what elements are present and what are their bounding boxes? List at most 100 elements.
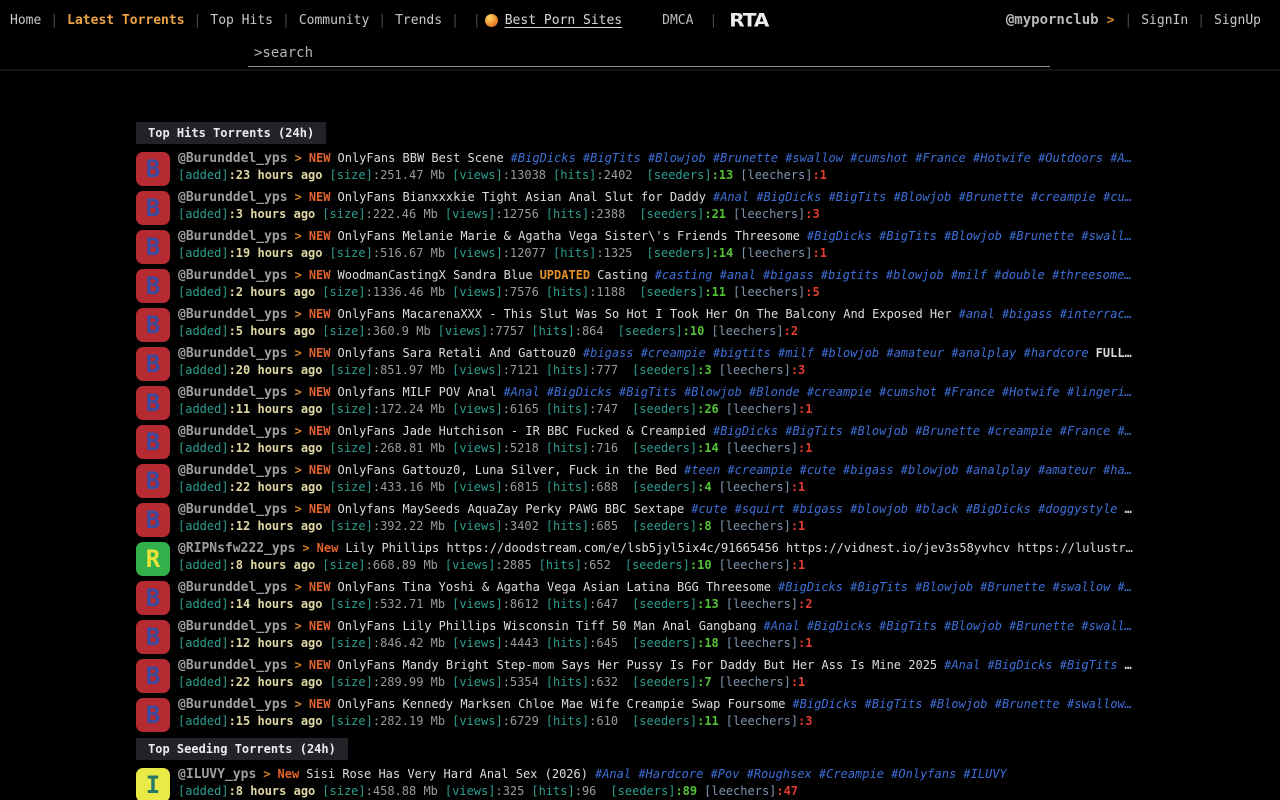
uploader-name[interactable]: @Burunddel_yps [178, 619, 288, 634]
uploader-avatar[interactable]: B [136, 347, 170, 381]
torrent-title[interactable]: WoodmanCastingX Sandra Blue [338, 268, 533, 282]
torrent-title[interactable]: OnlyFans Tina Yoshi & Agatha Vega Asian … [338, 580, 771, 594]
torrent-title[interactable]: OnlyFans Melanie Marie & Agatha Vega Sis… [338, 229, 800, 243]
tag-links[interactable]: #BigDicks #BigTits #Blowjob #Brunette #s… [778, 580, 1132, 594]
chevron-right-icon: > [295, 697, 302, 711]
hits-value: :645 [589, 636, 618, 650]
tag-links[interactable]: #BigDicks #BigTits #Blowjob #Brunette #s… [807, 229, 1132, 243]
nav-item-trends[interactable]: Trends [386, 13, 451, 28]
uploader-avatar[interactable]: R [136, 542, 170, 576]
nav-item-community[interactable]: Community [290, 13, 378, 28]
tag-links[interactable]: #Anal #BigDicks #BigTits [944, 658, 1117, 672]
rta-logo[interactable]: RTA [729, 9, 768, 32]
uploader-avatar[interactable]: B [136, 503, 170, 537]
torrent-title[interactable]: OnlyFans Bianxxxkie Tight Asian Anal Slu… [338, 190, 706, 204]
views-label: [views] [452, 597, 503, 611]
uploader-name[interactable]: @Burunddel_yps [178, 268, 288, 283]
search-input[interactable]: >search [254, 45, 313, 61]
tag-links[interactable]: #Anal #Hardcore #Pov #Roughsex #Creampie… [595, 767, 1007, 781]
uploader-name[interactable]: @Burunddel_yps [178, 424, 288, 439]
uploader-name[interactable]: @Burunddel_yps [178, 463, 288, 478]
uploader-avatar[interactable]: B [136, 230, 170, 264]
seeders-label: [seeders] [647, 168, 712, 182]
torrent-title[interactable]: Onlyfans MILF POV Anal [338, 385, 497, 399]
uploader-name[interactable]: @RIPNsfw222_yps [178, 541, 295, 556]
uploader-avatar[interactable]: B [136, 308, 170, 342]
seeders-label: [seeders] [632, 714, 697, 728]
leechers-label: [leechers] [733, 285, 805, 299]
size-value: :289.99 Mb [373, 675, 445, 689]
torrent-title[interactable]: OnlyFans BBW Best Scene [338, 151, 504, 165]
uploader-avatar[interactable]: B [136, 152, 170, 186]
best-porn-sites-link[interactable]: Best Porn Sites [505, 13, 622, 28]
nav-item-latest-torrents[interactable]: Latest Torrents [58, 13, 193, 28]
torrent-title-suffix[interactable]: Casting [597, 268, 648, 282]
leechers-label: [leechers] [726, 714, 798, 728]
torrent-title[interactable]: Onlyfans Sara Retali And Gattouz0 [338, 346, 576, 360]
torrent-title[interactable]: OnlyFans Kennedy Marksen Chloe Mae Wife … [338, 697, 786, 711]
seeders-value: :10 [690, 558, 712, 572]
account-link[interactable]: @mypornclub [1006, 12, 1099, 28]
uploader-avatar[interactable]: B [136, 191, 170, 225]
signin-link[interactable]: SignIn [1132, 13, 1197, 28]
search-bar[interactable]: >search [248, 42, 1050, 67]
uploader-avatar[interactable]: B [136, 659, 170, 693]
nav-item-top-hits[interactable]: Top Hits [201, 13, 282, 28]
torrent-title[interactable]: Sisi Rose Has Very Hard Anal Sex (2026) [306, 767, 588, 781]
tag-links[interactable]: #bigass #creampie #bigtits #milf #blowjo… [583, 346, 1089, 360]
tag-links[interactable]: #Anal #BigDicks #BigTits #Blowjob #Brune… [713, 190, 1132, 204]
size-value: :532.71 Mb [373, 597, 445, 611]
tag-links[interactable]: #cute #squirt #bigass #blowjob #black #B… [691, 502, 1117, 516]
torrent-title[interactable]: OnlyFans Mandy Bright Step-mom Says Her … [338, 658, 938, 672]
torrent-title[interactable]: Onlyfans MaySeeds AquaZay Perky PAWG BBC… [338, 502, 685, 516]
uploader-name[interactable]: @Burunddel_yps [178, 151, 288, 166]
torrent-title[interactable]: OnlyFans Jade Hutchison - IR BBC Fucked … [338, 424, 706, 438]
size-label: [size] [322, 207, 365, 221]
torrent-title[interactable]: OnlyFans Gattouz0, Luna Silver, Fuck in … [338, 463, 678, 477]
uploader-name[interactable]: @Burunddel_yps [178, 190, 288, 205]
added-value: :12 hours ago [229, 441, 323, 455]
torrent-title[interactable]: OnlyFans MacarenaXXX - This Slut Was So … [338, 307, 952, 321]
tag-links[interactable]: #Anal #BigDicks #BigTits #Blowjob #Blond… [503, 385, 1132, 399]
nav-item-home[interactable]: Home [10, 13, 50, 28]
hits-label: [hits] [546, 363, 589, 377]
size-value: :268.81 Mb [373, 441, 445, 455]
tag-links[interactable]: #teen #creampie #cute #bigass #blowjob #… [684, 463, 1132, 477]
tag-links[interactable]: #Anal #BigDicks #BigTits #Blowjob #Brune… [764, 619, 1132, 633]
tag-links[interactable]: #BigDicks #BigTits #Blowjob #Brunette #s… [511, 151, 1132, 165]
views-value: :6729 [503, 714, 539, 728]
uploader-avatar[interactable]: I [136, 768, 170, 800]
dmca-link[interactable]: DMCA [662, 13, 693, 28]
uploader-avatar[interactable]: B [136, 581, 170, 615]
uploader-avatar[interactable]: B [136, 620, 170, 654]
uploader-name[interactable]: @Burunddel_yps [178, 658, 288, 673]
uploader-name[interactable]: @Burunddel_yps [178, 502, 288, 517]
views-value: :13038 [503, 168, 546, 182]
size-label: [size] [322, 784, 365, 798]
uploader-name[interactable]: @Burunddel_yps [178, 580, 288, 595]
uploader-avatar[interactable]: B [136, 464, 170, 498]
size-value: :458.88 Mb [366, 784, 438, 798]
size-label: [size] [330, 441, 373, 455]
uploader-name[interactable]: @Burunddel_yps [178, 385, 288, 400]
leechers-label: [leechers] [726, 597, 798, 611]
uploader-name[interactable]: @Burunddel_yps [178, 229, 288, 244]
tag-links[interactable]: #anal #bigass #interrac… [959, 307, 1132, 321]
uploader-avatar[interactable]: B [136, 269, 170, 303]
seeders-label: [seeders] [632, 402, 697, 416]
uploader-avatar[interactable]: B [136, 698, 170, 732]
signup-link[interactable]: SignUp [1205, 13, 1270, 28]
uploader-name[interactable]: @Burunddel_yps [178, 307, 288, 322]
new-badge: NEW [309, 424, 331, 438]
tag-links[interactable]: #BigDicks #BigTits #Blowjob #Brunette #c… [713, 424, 1132, 438]
tag-links[interactable]: #BigDicks #BigTits #Blowjob #Brunette #s… [792, 697, 1132, 711]
uploader-name[interactable]: @Burunddel_yps [178, 697, 288, 712]
uploader-avatar[interactable]: B [136, 386, 170, 420]
torrent-title[interactable]: OnlyFans Lily Phillips Wisconsin Tiff 50… [338, 619, 757, 633]
uploader-name[interactable]: @Burunddel_yps [178, 346, 288, 361]
torrent-title[interactable]: Lily Phillips https://doodstream.com/e/l… [345, 541, 1132, 555]
uploader-avatar[interactable]: B [136, 425, 170, 459]
tag-links[interactable]: #casting #anal #bigass #bigtits #blowjob… [655, 268, 1132, 282]
uploader-name[interactable]: @ILUVY_yps [178, 767, 256, 782]
views-value: :12756 [495, 207, 538, 221]
